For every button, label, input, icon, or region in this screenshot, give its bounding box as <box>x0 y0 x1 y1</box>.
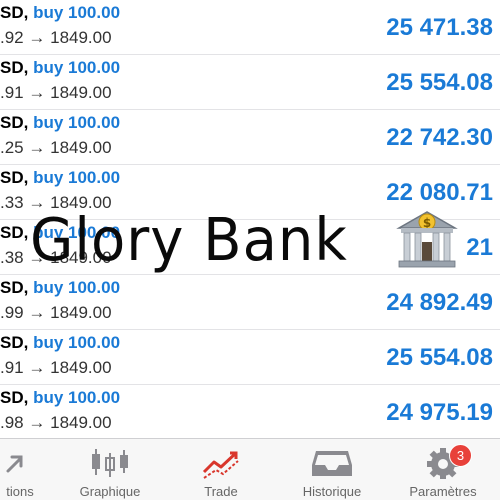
position-symbol: SD, <box>0 3 29 22</box>
position-symbol: SD, <box>0 388 29 407</box>
position-profit: 22 080.71 <box>386 179 493 206</box>
current-price: 1849.00 <box>50 138 112 157</box>
position-side: buy 100.00 <box>33 113 121 132</box>
position-prices: .92 → 1849.00 <box>0 28 112 48</box>
position-profit: 25 554.08 <box>386 344 493 371</box>
open-price: .91 <box>0 83 24 102</box>
position-profit: 25 471.38 <box>386 14 493 41</box>
position-prices: .98 → 1849.00 <box>0 413 112 433</box>
candlestick-icon <box>60 445 160 479</box>
price-arrow: → <box>28 83 46 102</box>
price-arrow: → <box>28 138 46 157</box>
position-prices: .38 → 1849.00 <box>0 248 112 268</box>
gear-icon <box>393 445 493 480</box>
position-side: buy 100.00 <box>33 223 121 242</box>
position-symbol: SD, <box>0 58 29 77</box>
position-title: SD, buy 100.00 <box>0 278 120 298</box>
trade-chart-icon <box>171 445 271 479</box>
current-price: 1849.00 <box>50 303 112 322</box>
position-row[interactable]: SD, buy 100.00 .91 → 1849.00 25 554.08 <box>0 330 500 385</box>
current-price: 1849.00 <box>50 193 112 212</box>
inbox-icon <box>282 445 382 479</box>
current-price: 1849.00 <box>50 248 112 267</box>
open-price: .98 <box>0 413 24 432</box>
position-symbol: SD, <box>0 223 29 242</box>
position-profit: 22 742.30 <box>386 124 493 151</box>
position-side: buy 100.00 <box>33 333 121 352</box>
position-title: SD, buy 100.00 <box>0 223 120 243</box>
position-side: buy 100.00 <box>33 168 121 187</box>
open-price: .38 <box>0 248 24 267</box>
price-arrow: → <box>28 28 46 47</box>
tab-parametres[interactable]: 3 Paramètres <box>393 439 493 501</box>
position-row[interactable]: SD, buy 100.00 .25 → 1849.00 22 742.30 <box>0 110 500 165</box>
position-side: buy 100.00 <box>33 58 121 77</box>
bottom-tab-bar: tions Graphique Trade Historique 3 Param… <box>0 438 500 500</box>
position-profit: 24 975.19 <box>386 399 493 426</box>
open-price: .91 <box>0 358 24 377</box>
open-price: .25 <box>0 138 24 157</box>
open-price: .33 <box>0 193 24 212</box>
position-side: buy 100.00 <box>33 278 121 297</box>
position-row[interactable]: SD, buy 100.00 .99 → 1849.00 24 892.49 <box>0 275 500 330</box>
position-title: SD, buy 100.00 <box>0 3 120 23</box>
position-side: buy 100.00 <box>33 3 121 22</box>
price-arrow: → <box>28 358 46 377</box>
position-prices: .91 → 1849.00 <box>0 358 112 378</box>
current-price: 1849.00 <box>50 28 112 47</box>
position-profit: 25 554.08 <box>386 69 493 96</box>
tab-label: Paramètres <box>409 484 477 499</box>
open-price: .99 <box>0 303 24 322</box>
price-arrow: → <box>28 248 46 267</box>
position-row[interactable]: SD, buy 100.00 .33 → 1849.00 22 080.71 <box>0 165 500 220</box>
position-title: SD, buy 100.00 <box>0 113 120 133</box>
position-title: SD, buy 100.00 <box>0 388 120 408</box>
position-side: buy 100.00 <box>33 388 121 407</box>
position-row[interactable]: SD, buy 100.00 .98 → 1849.00 24 975.19 <box>0 385 500 440</box>
position-title: SD, buy 100.00 <box>0 333 120 353</box>
position-row[interactable]: SD, buy 100.00 .91 → 1849.00 25 554.08 <box>0 55 500 110</box>
position-prices: .91 → 1849.00 <box>0 83 112 103</box>
position-prices: .99 → 1849.00 <box>0 303 112 323</box>
position-symbol: SD, <box>0 168 29 187</box>
position-symbol: SD, <box>0 333 29 352</box>
price-arrow: → <box>28 413 46 432</box>
current-price: 1849.00 <box>50 358 112 377</box>
position-row[interactable]: SD, buy 100.00 .92 → 1849.00 25 471.38 <box>0 0 500 55</box>
current-price: 1849.00 <box>50 83 112 102</box>
price-arrow: → <box>28 303 46 322</box>
position-row[interactable]: SD, buy 100.00 .38 → 1849.00 21 <box>0 220 500 275</box>
position-title: SD, buy 100.00 <box>0 168 120 188</box>
current-price: 1849.00 <box>50 413 112 432</box>
position-profit: 24 892.49 <box>386 289 493 316</box>
position-profit: 21 <box>466 234 493 261</box>
open-price: .92 <box>0 28 24 47</box>
notification-badge: 3 <box>449 444 472 467</box>
position-symbol: SD, <box>0 113 29 132</box>
position-prices: .25 → 1849.00 <box>0 138 112 158</box>
price-arrow: → <box>28 193 46 212</box>
position-prices: .33 → 1849.00 <box>0 193 112 213</box>
position-title: SD, buy 100.00 <box>0 58 120 78</box>
position-symbol: SD, <box>0 278 29 297</box>
